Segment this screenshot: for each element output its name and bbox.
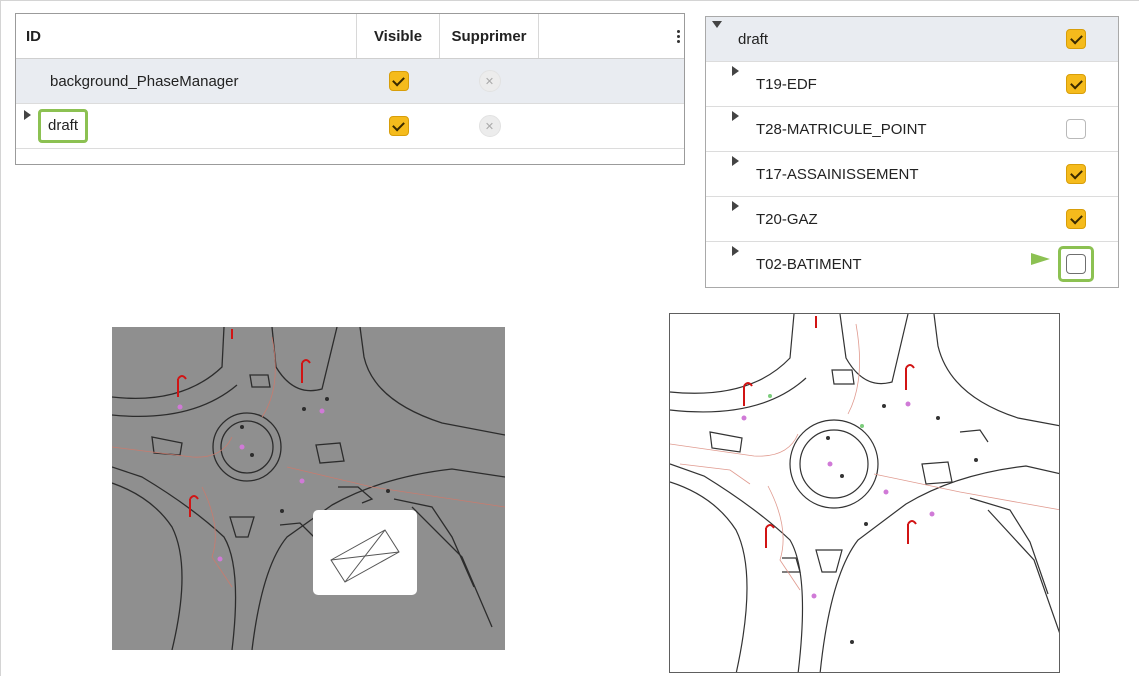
visible-checkbox[interactable] (1066, 209, 1086, 229)
triangle-right-icon[interactable] (732, 201, 739, 211)
checkbox-highlight (1058, 246, 1094, 282)
envelope-box-icon (330, 529, 400, 583)
tree-row-child[interactable]: T20-GAZ (706, 197, 1118, 242)
empty-cell (539, 104, 684, 148)
visible-cell (357, 104, 440, 148)
triangle-right-icon[interactable] (732, 246, 739, 256)
roundabout-plan-dark (112, 327, 505, 650)
layer-name: background_PhaseManager (50, 72, 239, 90)
layer-tree: draft T19-EDF T28-MATRICULE_POINT T17-AS… (705, 16, 1119, 288)
tree-row-child[interactable]: T28-MATRICULE_POINT (706, 107, 1118, 152)
layer-id-cell: background_PhaseManager (16, 59, 357, 103)
map-preview-dark (112, 327, 505, 650)
empty-cell (539, 59, 684, 103)
layer-table-header: ID Visible Supprimer (16, 14, 684, 59)
column-header-visible[interactable]: Visible (357, 14, 440, 58)
tree-row-draft[interactable]: draft (706, 17, 1118, 62)
column-header-delete[interactable]: Supprimer (440, 14, 539, 58)
tree-row-child[interactable]: T02-BATIMENT (706, 242, 1118, 287)
visible-checkbox[interactable] (1066, 74, 1086, 94)
annotation-arrow-icon (957, 253, 1050, 265)
triangle-right-icon[interactable] (24, 110, 31, 120)
visible-checkbox[interactable] (1066, 29, 1086, 49)
visible-checkbox[interactable] (1066, 119, 1086, 139)
roundabout-plan-light (670, 314, 1059, 672)
triangle-right-icon[interactable] (732, 156, 739, 166)
triangle-right-icon[interactable] (732, 66, 739, 76)
tree-label: T17-ASSAINISSEMENT (756, 165, 919, 183)
layer-name-highlighted[interactable]: draft (38, 109, 89, 143)
tree-label: T20-GAZ (756, 210, 818, 228)
column-menu[interactable] (539, 14, 684, 58)
tree-label: T02-BATIMENT (756, 256, 862, 273)
tree-label: draft (738, 30, 769, 48)
delete-circle-icon[interactable]: ✕ (478, 70, 501, 92)
column-header-id[interactable]: ID (16, 14, 357, 58)
visible-checkbox[interactable] (388, 116, 409, 136)
tree-label: T28-MATRICULE_POINT (756, 120, 927, 138)
delete-cell: ✕ (440, 104, 539, 148)
table-row[interactable]: draft ✕ (16, 104, 684, 149)
visible-checkbox[interactable] (1066, 254, 1086, 274)
visible-cell (357, 59, 440, 103)
visible-checkbox[interactable] (1066, 164, 1086, 184)
layer-table: ID Visible Supprimer background_PhaseMan… (15, 13, 685, 165)
visible-checkbox[interactable] (388, 71, 409, 91)
delete-cell: ✕ (440, 59, 539, 103)
delete-circle-icon[interactable]: ✕ (478, 115, 501, 137)
kebab-menu-icon[interactable] (677, 29, 680, 43)
tree-row-child[interactable]: T19-EDF (706, 62, 1118, 107)
tree-row-child[interactable]: T17-ASSAINISSEMENT (706, 152, 1118, 197)
table-row[interactable]: background_PhaseManager ✕ (16, 59, 684, 104)
layer-id-cell: draft (16, 104, 357, 148)
map-preview-light (669, 313, 1060, 673)
triangle-down-icon[interactable] (712, 21, 722, 28)
tree-label: T19-EDF (756, 75, 817, 93)
layer-placeholder-card (313, 510, 417, 595)
triangle-right-icon[interactable] (732, 111, 739, 121)
